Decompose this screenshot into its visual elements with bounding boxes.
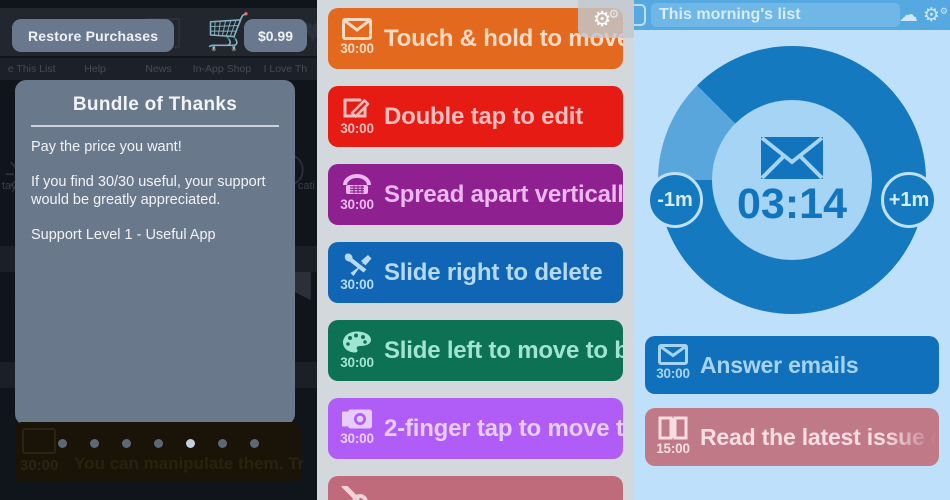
task-label: Spread apart vertically to create <box>384 180 623 208</box>
dialog-line-2: If you find 30/30 useful, your support w… <box>31 173 266 209</box>
screenshot-root: 🛒 ♥ e This List Help News In-App Shop I … <box>0 0 950 500</box>
menu-label-love: I Love Th <box>263 63 308 75</box>
task-row-partial[interactable] <box>328 476 623 500</box>
camera-icon: 30:00 <box>336 406 378 452</box>
dialog-line-1: Pay the price you want! <box>31 139 182 155</box>
minus-one-minute-button[interactable]: -1m <box>647 172 703 228</box>
timer-top-bar: This morning's list ☁ ⚙ ⚙ <box>634 0 950 30</box>
timer-dial[interactable]: 03:14 -1m +1m <box>634 30 950 330</box>
envelope-icon: 30:00 <box>652 342 694 388</box>
page-dot[interactable] <box>218 439 227 448</box>
envelope-icon <box>760 136 824 180</box>
task-time: 30:00 <box>340 40 374 56</box>
task-label: 2-finger tap to move to top <box>384 414 623 442</box>
task-row[interactable]: 30:00 Double tap to edit <box>328 86 623 147</box>
task-label: Slide right to delete <box>384 258 603 286</box>
price-button[interactable]: $0.99 <box>243 19 307 52</box>
menu-label-help: Help <box>84 63 106 75</box>
gear-small-icon: ⚙ <box>608 7 620 21</box>
page-dot[interactable] <box>58 439 67 448</box>
page-dot[interactable] <box>250 439 259 448</box>
palette-icon: 30:00 <box>336 328 378 374</box>
envelope-icon: 30:00 <box>336 16 378 62</box>
dialog-divider <box>31 125 279 127</box>
task-time: 15:00 <box>656 441 690 456</box>
background-task-label: You can manipulate them. Try it! <box>74 454 303 473</box>
panel-timer: This morning's list ☁ ⚙ ⚙ 03:14 -1m +1m <box>634 0 950 500</box>
timer-readout: 03:14 <box>712 100 872 260</box>
menu-label-share: e This List <box>7 63 56 75</box>
pencil-edit-icon: 30:00 <box>336 94 378 140</box>
cloud-icon[interactable]: ☁ <box>899 6 918 25</box>
top-bar-actions: ☁ ⚙ ⚙ <box>899 0 948 30</box>
page-dot[interactable] <box>90 439 99 448</box>
task-time: 30:00 <box>340 196 374 212</box>
task-time: 30:00 <box>340 354 374 370</box>
tools-icon: 30:00 <box>336 250 378 296</box>
menu-label-news: News <box>145 63 172 75</box>
task-row[interactable]: 30:00 Slide right to delete <box>328 242 623 303</box>
panel-in-app-purchase: 🛒 ♥ e This List Help News In-App Shop I … <box>0 0 317 500</box>
pin-icon <box>336 484 378 500</box>
task-time: 30:00 <box>340 430 374 446</box>
telephone-icon: 30:00 <box>336 172 378 218</box>
background-menu-row: e This List Help News In-App Shop I Love… <box>0 58 317 80</box>
list-title[interactable]: This morning's list <box>651 3 900 27</box>
timer-task-list: 30:00 Answer emails 15:00 Read the lates… <box>645 336 939 480</box>
restore-purchases-button[interactable]: Restore Purchases <box>12 19 175 52</box>
dialog-line-3: Support Level 1 - Useful App <box>31 226 216 243</box>
task-row[interactable]: 30:00 Answer emails <box>645 336 939 394</box>
task-row[interactable]: 30:00 Slide left to move to bottom <box>328 320 623 381</box>
page-indicator[interactable] <box>0 439 317 448</box>
task-row[interactable]: 30:00 2-finger tap to move to top <box>328 398 623 459</box>
gear-icon[interactable]: ⚙ <box>923 6 940 25</box>
task-label: Answer emails <box>700 351 859 378</box>
plus-one-minute-button[interactable]: +1m <box>881 172 937 228</box>
panel-gesture-task-list: 30:00 Touch & hold to move 30:00 Double … <box>317 0 634 500</box>
gear-small-icon: ⚙ <box>939 5 948 16</box>
settings-gear-button[interactable]: ⚙ ⚙ <box>578 0 634 38</box>
task-row[interactable]: 15:00 Read the latest issue of Tap! mag <box>645 408 939 466</box>
bundle-of-thanks-dialog: Bundle of Thanks Pay the price you want!… <box>15 80 295 425</box>
page-dot[interactable] <box>154 439 163 448</box>
dialog-title: Bundle of Thanks <box>72 94 238 115</box>
page-dot-active[interactable] <box>186 439 195 448</box>
task-row[interactable]: 30:00 Spread apart vertically to create <box>328 164 623 225</box>
back-icon[interactable] <box>634 4 646 26</box>
task-time: 30:00 <box>656 366 690 381</box>
timer-value: 03:14 <box>737 180 847 228</box>
task-time: 30:00 <box>340 276 374 292</box>
book-icon: 15:00 <box>652 414 694 460</box>
task-label: Double tap to edit <box>384 102 584 130</box>
page-dot[interactable] <box>122 439 131 448</box>
task-time: 30:00 <box>340 120 374 136</box>
task-label: Read the latest issue of Tap! mag <box>700 423 939 450</box>
menu-label-shop: In-App Shop <box>192 63 252 75</box>
background-word-2: cati <box>297 180 315 192</box>
task-label: Slide left to move to bottom <box>384 336 623 364</box>
